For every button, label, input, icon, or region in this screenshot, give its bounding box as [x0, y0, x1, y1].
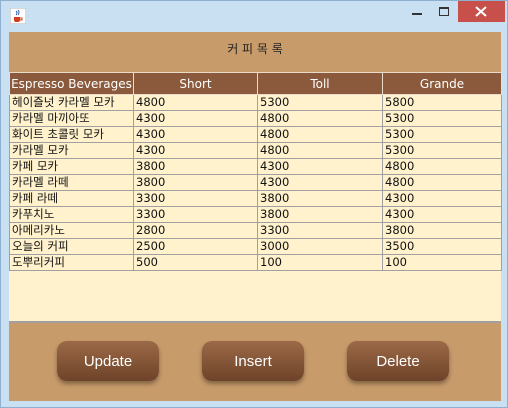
price-cell[interactable]: 3800	[257, 206, 383, 223]
price-cell[interactable]: 3000	[257, 238, 383, 255]
beverage-name-cell[interactable]: 오늘의 커피	[9, 238, 134, 255]
beverage-name-cell[interactable]: 아메리카노	[9, 222, 134, 239]
beverage-name-cell[interactable]: 카라멜 모카	[9, 142, 134, 159]
table-row[interactable]: 카페 라떼 3300 3800 4300	[9, 190, 502, 207]
price-cell[interactable]: 3800	[133, 158, 258, 175]
price-cell[interactable]: 4300	[133, 110, 258, 127]
price-cell[interactable]: 4800	[257, 110, 383, 127]
minimize-icon	[412, 13, 422, 15]
maximize-icon	[439, 7, 449, 16]
price-cell[interactable]: 4800	[382, 174, 502, 191]
price-cell[interactable]: 3300	[257, 222, 383, 239]
table-row[interactable]: 카라멜 라떼 3800 4300 4800	[9, 174, 502, 191]
price-cell[interactable]: 3300	[133, 206, 258, 223]
update-button[interactable]: Update	[57, 341, 159, 381]
price-cell[interactable]: 4800	[133, 94, 258, 111]
minimize-button[interactable]	[403, 1, 431, 22]
price-cell[interactable]: 5300	[257, 94, 383, 111]
button-bar: Update Insert Delete	[9, 323, 501, 401]
beverage-name-cell[interactable]: 화이트 초콜릿 모카	[9, 126, 134, 143]
table-row[interactable]: 카푸치노 3300 3800 4300	[9, 206, 502, 223]
column-header-short[interactable]: Short	[133, 72, 258, 95]
close-button[interactable]	[458, 1, 505, 22]
close-icon	[475, 6, 487, 17]
price-cell[interactable]: 4300	[133, 126, 258, 143]
price-cell[interactable]: 4800	[257, 142, 383, 159]
price-cell[interactable]: 4800	[382, 158, 502, 175]
beverage-name-cell[interactable]: 카라멜 라떼	[9, 174, 134, 191]
beverage-name-cell[interactable]: 카페 라떼	[9, 190, 134, 207]
beverage-name-cell[interactable]: 헤이즐넛 카라멜 모카	[9, 94, 134, 111]
price-cell[interactable]: 5300	[382, 126, 502, 143]
delete-button[interactable]: Delete	[347, 341, 449, 381]
table-row[interactable]: 카페 모카 3800 4300 4800	[9, 158, 502, 175]
price-cell[interactable]: 3800	[133, 174, 258, 191]
insert-button[interactable]: Insert	[202, 341, 304, 381]
column-header-toll[interactable]: Toll	[257, 72, 383, 95]
price-cell[interactable]: 100	[382, 254, 502, 271]
beverage-name-cell[interactable]: 카페 모카	[9, 158, 134, 175]
price-cell[interactable]: 4300	[382, 206, 502, 223]
price-cell[interactable]: 5300	[382, 110, 502, 127]
price-cell[interactable]: 4300	[382, 190, 502, 207]
table-row[interactable]: 아메리카노 2800 3300 3800	[9, 222, 502, 239]
beverage-name-cell[interactable]: 도뿌리커피	[9, 254, 134, 271]
content-panel: 커 피 목 록 Espresso Beverages Short Toll Gr…	[9, 32, 502, 401]
price-cell[interactable]: 2800	[133, 222, 258, 239]
app-window: 커 피 목 록 Espresso Beverages Short Toll Gr…	[0, 0, 508, 408]
beverage-name-cell[interactable]: 카푸치노	[9, 206, 134, 223]
maximize-button[interactable]	[430, 1, 458, 22]
price-cell[interactable]: 5300	[382, 142, 502, 159]
price-cell[interactable]: 3800	[257, 190, 383, 207]
coffee-table-scroll[interactable]: Espresso Beverages Short Toll Grande 헤이즐…	[9, 72, 502, 323]
price-cell[interactable]: 3500	[382, 238, 502, 255]
column-header-grande[interactable]: Grande	[382, 72, 502, 95]
price-cell[interactable]: 2500	[133, 238, 258, 255]
table-row[interactable]: 오늘의 커피 2500 3000 3500	[9, 238, 502, 255]
price-cell[interactable]: 100	[257, 254, 383, 271]
price-cell[interactable]: 3300	[133, 190, 258, 207]
table-row[interactable]: 카라멜 모카 4300 4800 5300	[9, 142, 502, 159]
column-header-beverage[interactable]: Espresso Beverages	[9, 72, 134, 95]
price-cell[interactable]: 4300	[257, 158, 383, 175]
price-cell[interactable]: 3800	[382, 222, 502, 239]
table-row[interactable]: 화이트 초콜릿 모카 4300 4800 5300	[9, 126, 502, 143]
price-cell[interactable]: 5800	[382, 94, 502, 111]
java-coffee-cup-icon	[9, 7, 27, 25]
table-header-row: Espresso Beverages Short Toll Grande	[9, 72, 502, 95]
title-bar[interactable]	[1, 1, 507, 31]
price-cell[interactable]: 4300	[257, 174, 383, 191]
price-cell[interactable]: 4300	[133, 142, 258, 159]
table-row[interactable]: 도뿌리커피 500 100 100	[9, 254, 502, 271]
price-cell[interactable]: 500	[133, 254, 258, 271]
table-row[interactable]: 카라멜 마끼아또 4300 4800 5300	[9, 110, 502, 127]
beverage-name-cell[interactable]: 카라멜 마끼아또	[9, 110, 134, 127]
page-title: 커 피 목 록	[227, 42, 283, 56]
coffee-table: Espresso Beverages Short Toll Grande 헤이즐…	[9, 72, 502, 271]
price-cell[interactable]: 4800	[257, 126, 383, 143]
table-row[interactable]: 헤이즐넛 카라멜 모카 4800 5300 5800	[9, 94, 502, 111]
